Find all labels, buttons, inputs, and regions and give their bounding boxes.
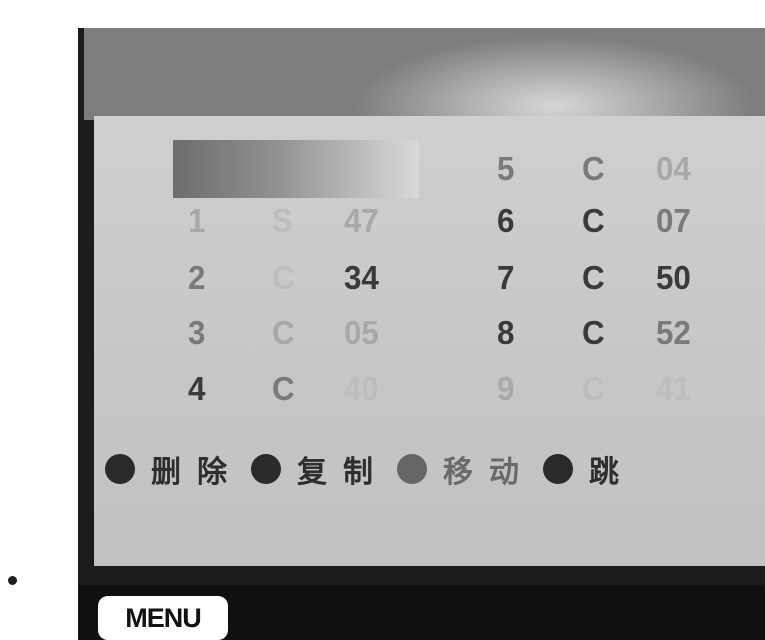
row-7-channel: 50 [656,259,691,296]
row-4-mode: C [272,370,295,407]
row-7-mode: C [582,259,605,296]
row-8-mode: C [582,314,605,351]
row-8-channel: 52 [656,314,691,351]
row-1-mode: S [272,202,293,239]
selection-highlight [173,140,419,198]
row-3-number[interactable]: 3 [188,313,205,353]
row-5-channel: 04 [656,150,691,187]
row-9-channel: 41 [656,370,691,407]
row-2-number[interactable]: 2 [188,258,205,298]
row-2-channel: 34 [344,259,379,296]
row-6-number[interactable]: 6 [497,201,514,241]
row-4-number[interactable]: 4 [188,369,205,409]
row-3-channel: 05 [344,314,379,351]
row-6-channel: 07 [656,202,691,239]
row-7-number[interactable]: 7 [497,258,514,298]
bullet-dot [8,576,17,585]
menu-header-banner [84,28,765,120]
row-5-mode: C [582,150,605,187]
blue-button-icon [543,454,573,484]
row-8-number[interactable]: 8 [497,313,514,353]
yellow-button-icon [397,454,427,484]
red-button-icon [105,454,135,484]
skip-action[interactable]: 跳 [589,447,635,491]
row-5-number[interactable]: 5 [497,149,514,189]
green-button-icon [251,454,281,484]
action-bar: 删除 复制 移动 跳 [105,446,765,492]
menu-button[interactable]: MENU [98,596,228,640]
row-3-mode: C [272,314,295,351]
copy-action[interactable]: 复制 [297,447,389,491]
row-4-channel: 40 [344,370,379,407]
row-6-mode: C [582,202,605,239]
delete-action[interactable]: 删除 [151,447,243,491]
row-9-mode: C [582,370,605,407]
row-2-mode: C [272,259,295,296]
row-1-channel: 47 [344,202,379,239]
move-action[interactable]: 移动 [443,447,535,491]
row-9-number[interactable]: 9 [497,369,514,409]
row-1-number[interactable]: 1 [188,201,205,241]
